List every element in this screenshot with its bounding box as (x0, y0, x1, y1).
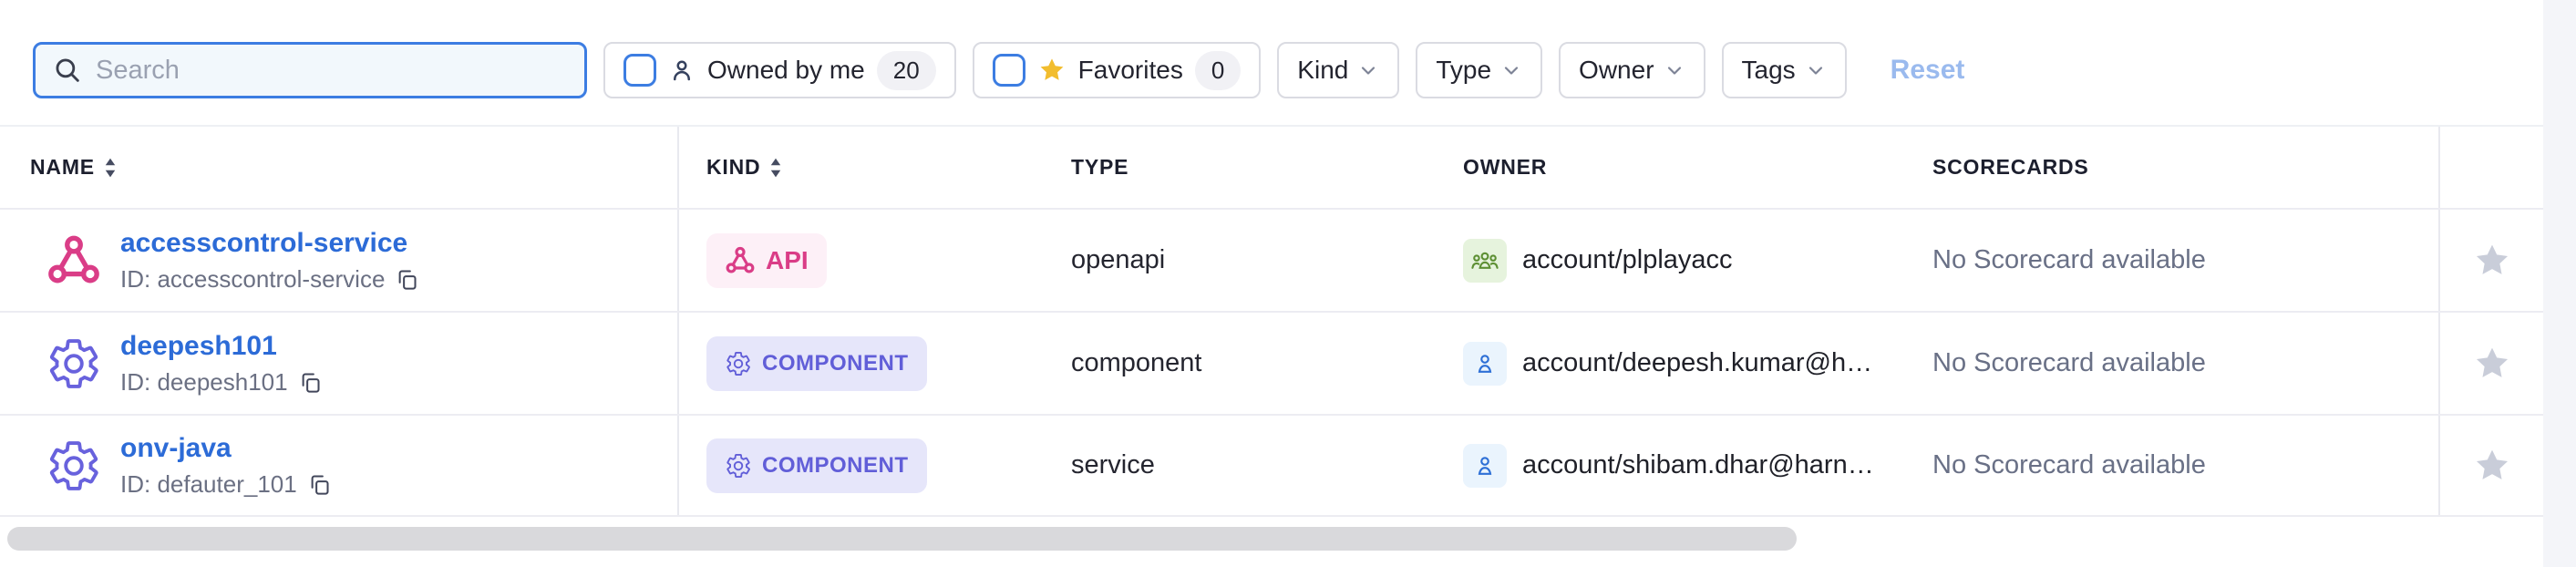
owned-by-me-count: 20 (877, 51, 936, 90)
owned-by-me-filter[interactable]: Owned by me 20 (603, 42, 956, 98)
chevron-down-icon (1664, 59, 1685, 81)
star-icon (2472, 241, 2512, 281)
entity-name-link[interactable]: onv-java (120, 433, 332, 464)
sort-icon[interactable] (104, 158, 117, 178)
user-icon (1463, 444, 1507, 488)
name-cell: deepesh101 ID: deepesh101 (0, 313, 679, 414)
favorite-star-button[interactable] (2438, 416, 2543, 515)
owner-cell: account/shibam.dhar@harn… (1436, 444, 1905, 488)
gear-icon (725, 452, 752, 479)
entity-name-link[interactable]: deepesh101 (120, 331, 323, 362)
kind-badge-api: API (706, 233, 827, 288)
tags-dropdown[interactable]: Tags (1722, 42, 1847, 98)
name-cell: onv-java ID: defauter_101 (0, 416, 679, 515)
gear-icon (46, 335, 102, 392)
column-header-type: TYPE (1044, 127, 1436, 208)
copy-icon[interactable] (307, 472, 332, 497)
filter-bar: Owned by me 20 Favorites 0 Kind Type Own… (33, 42, 1964, 98)
chevron-down-icon (1357, 59, 1379, 81)
search-icon (52, 55, 83, 86)
entity-id: ID: deepesh101 (120, 368, 288, 397)
gear-icon (46, 438, 102, 494)
catalog-table: NAME KIND TYPE OWNER SCORECARDS (0, 125, 2543, 517)
sort-icon[interactable] (769, 158, 782, 178)
table-row[interactable]: deepesh101 ID: deepesh101 (0, 311, 2543, 414)
group-icon (1463, 239, 1507, 283)
kind-cell: COMPONENT (679, 438, 1044, 493)
tags-dropdown-label: Tags (1742, 56, 1796, 85)
webhook-api-icon (46, 232, 102, 289)
owner-name: account/plplayacc (1522, 245, 1733, 275)
chevron-down-icon (1805, 59, 1827, 81)
search-input[interactable] (96, 56, 568, 86)
favorites-checkbox[interactable] (993, 54, 1025, 87)
kind-cell: API (679, 233, 1044, 288)
horizontal-scrollbar-thumb[interactable] (7, 527, 1797, 551)
person-icon (668, 57, 696, 84)
column-header-name[interactable]: NAME (0, 127, 679, 208)
star-icon (2472, 344, 2512, 384)
column-header-scorecards: SCORECARDS (1905, 127, 2438, 208)
favorites-label: Favorites (1078, 56, 1183, 85)
catalog-page: Owned by me 20 Favorites 0 Kind Type Own… (0, 0, 2576, 567)
gear-icon (725, 350, 752, 377)
kind-badge-component: COMPONENT (706, 336, 927, 391)
favorites-count: 0 (1195, 51, 1241, 90)
owned-by-me-checkbox[interactable] (623, 54, 656, 87)
webhook-api-icon (725, 245, 756, 276)
name-cell: accesscontrol-service ID: accesscontrol-… (0, 210, 679, 311)
table-row[interactable]: onv-java ID: defauter_101 (0, 414, 2543, 517)
kind-dropdown[interactable]: Kind (1277, 42, 1399, 98)
reset-button[interactable]: Reset (1891, 55, 1965, 86)
copy-icon[interactable] (395, 267, 419, 292)
table-header: NAME KIND TYPE OWNER SCORECARDS (0, 127, 2543, 208)
owner-name: account/deepesh.kumar@h… (1522, 348, 1872, 378)
search-box[interactable] (33, 42, 587, 98)
scorecards-cell: No Scorecard available (1905, 245, 2438, 275)
kind-badge-component: COMPONENT (706, 438, 927, 493)
user-icon (1463, 342, 1507, 386)
owner-dropdown[interactable]: Owner (1559, 42, 1705, 98)
type-cell: component (1044, 348, 1436, 378)
scorecards-cell: No Scorecard available (1905, 348, 2438, 378)
entity-id: ID: defauter_101 (120, 470, 297, 499)
kind-cell: COMPONENT (679, 336, 1044, 391)
scorecards-cell: No Scorecard available (1905, 450, 2438, 480)
column-header-favorite (2438, 127, 2543, 208)
favorite-star-button[interactable] (2438, 210, 2543, 311)
table-row[interactable]: accesscontrol-service ID: accesscontrol-… (0, 208, 2543, 311)
entity-id: ID: accesscontrol-service (120, 265, 385, 294)
type-dropdown-label: Type (1436, 56, 1491, 85)
star-icon (2472, 446, 2512, 486)
column-header-kind[interactable]: KIND (679, 127, 1044, 208)
star-icon (1037, 56, 1066, 85)
column-header-owner: OWNER (1436, 127, 1905, 208)
favorites-filter[interactable]: Favorites 0 (973, 42, 1262, 98)
page-background-strip (2543, 0, 2576, 567)
type-dropdown[interactable]: Type (1416, 42, 1542, 98)
owned-by-me-label: Owned by me (707, 56, 865, 85)
kind-dropdown-label: Kind (1297, 56, 1348, 85)
owner-name: account/shibam.dhar@harn… (1522, 450, 1874, 480)
owner-cell: account/plplayacc (1436, 239, 1905, 283)
owner-dropdown-label: Owner (1579, 56, 1654, 85)
type-cell: openapi (1044, 245, 1436, 275)
entity-name-link[interactable]: accesscontrol-service (120, 228, 419, 259)
owner-cell: account/deepesh.kumar@h… (1436, 342, 1905, 386)
chevron-down-icon (1500, 59, 1522, 81)
copy-icon[interactable] (298, 370, 323, 395)
type-cell: service (1044, 450, 1436, 480)
favorite-star-button[interactable] (2438, 313, 2543, 414)
